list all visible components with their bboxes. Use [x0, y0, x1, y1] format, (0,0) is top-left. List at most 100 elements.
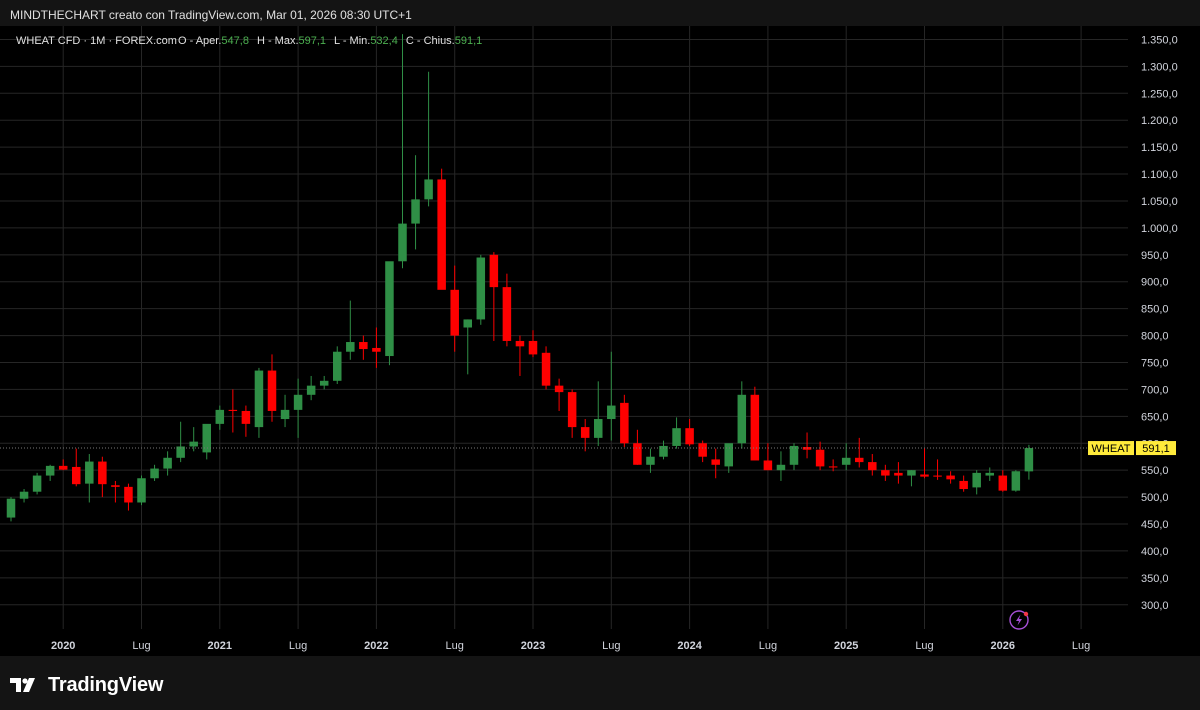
candle-body: [685, 428, 694, 445]
candle-body: [58, 465, 68, 470]
price-tick-label: 400,0: [1141, 546, 1169, 558]
tradingview-brand-text: TradingView: [48, 673, 164, 696]
candle-body: [998, 475, 1008, 491]
time-tick-label: 2021: [208, 640, 232, 652]
candle-body: [698, 443, 707, 457]
candle-body: [580, 427, 590, 438]
price-chart[interactable]: 300,0350,0400,0450,0500,0550,0600,0650,0…: [0, 26, 1200, 656]
candle-body: [646, 456, 655, 465]
plot-background: [0, 26, 1128, 629]
legend-low-value: 532,4: [370, 35, 398, 47]
price-tag-value: 591,1: [1142, 443, 1170, 455]
price-tick-label: 1.250,0: [1141, 88, 1178, 100]
price-tick-label: 300,0: [1141, 600, 1169, 612]
candle-body: [815, 449, 825, 467]
price-tick-label: 550,0: [1141, 465, 1169, 477]
last-price-tag: WHEAT 591,1: [1088, 441, 1176, 456]
candle-body: [554, 385, 564, 393]
candle-body: [333, 351, 342, 381]
legend-close-value: 591,1: [455, 35, 483, 47]
legend-open-label: O - Aper.: [178, 35, 221, 47]
candle-body: [241, 410, 251, 424]
legend-high-value: 597,1: [299, 35, 327, 47]
candle-body: [724, 443, 733, 467]
candle-body: [398, 223, 407, 262]
price-tag-symbol: WHEAT: [1092, 443, 1131, 455]
time-tick-label: 2022: [364, 640, 388, 652]
price-tick-label: 750,0: [1141, 357, 1169, 369]
candle-body: [32, 475, 42, 492]
candle-up: [32, 472, 42, 495]
candle-body: [124, 486, 133, 503]
candle-down: [437, 168, 446, 290]
candle-body: [515, 340, 525, 347]
candle-body: [463, 319, 472, 328]
candle-body: [828, 466, 838, 468]
time-tick-label: 2024: [677, 640, 702, 652]
price-tick-label: 800,0: [1141, 331, 1169, 343]
tradingview-logo-icon: [10, 678, 35, 692]
candle-body: [620, 402, 629, 444]
candle-body: [163, 457, 172, 469]
candle-body: [711, 459, 720, 465]
time-tick-label: Lug: [915, 640, 933, 652]
candle-body: [750, 394, 760, 461]
lightning-icon[interactable]: [1009, 610, 1029, 630]
chart-area[interactable]: 300,0350,0400,0450,0500,0550,0600,0650,0…: [0, 26, 1200, 656]
candle-body: [959, 480, 968, 490]
candle-body: [1011, 471, 1021, 491]
candle-body: [528, 340, 538, 355]
price-tick-label: 650,0: [1141, 411, 1169, 423]
candle-body: [567, 392, 577, 428]
candle-body: [411, 199, 420, 224]
candle-body: [150, 468, 159, 479]
candle-body: [776, 464, 786, 471]
candle-body: [946, 475, 955, 480]
candle-body: [85, 461, 94, 484]
candle-body: [594, 419, 603, 438]
candle-body: [6, 498, 16, 518]
legend-high-label: H - Max.: [257, 35, 299, 47]
candle-body: [476, 257, 486, 320]
price-tick-label: 1.150,0: [1141, 142, 1178, 154]
candle-body: [972, 472, 981, 488]
price-tick-label: 350,0: [1141, 573, 1169, 585]
price-tick-label: 1.050,0: [1141, 196, 1178, 208]
price-tick-label: 450,0: [1141, 519, 1169, 531]
candle-body: [111, 485, 120, 487]
candle-body: [319, 380, 329, 386]
price-tick-label: 850,0: [1141, 304, 1169, 316]
footer-brand: TradingView: [10, 672, 163, 698]
candle-body: [346, 342, 355, 352]
time-tick-label: 2020: [51, 640, 75, 652]
candle-body: [437, 179, 446, 290]
price-tick-label: 700,0: [1141, 384, 1169, 396]
candle-body: [541, 352, 551, 386]
candle-body: [202, 423, 211, 453]
candle-body: [293, 394, 303, 410]
candle-body: [763, 460, 773, 471]
candle-body: [633, 443, 642, 465]
candle-down: [541, 346, 551, 390]
candle-body: [189, 441, 198, 447]
price-tick-label: 1.350,0: [1141, 34, 1178, 46]
candle-body: [19, 491, 29, 499]
candle-up: [137, 475, 146, 506]
candle-body: [789, 445, 799, 465]
time-tick-label: 2026: [991, 640, 1015, 652]
candle-body: [985, 472, 994, 476]
time-tick-label: 2023: [521, 640, 545, 652]
price-tick-label: 1.000,0: [1141, 223, 1178, 235]
legend-symbol: WHEAT CFD · 1M · FOREX.com: [16, 35, 177, 47]
candle-body: [450, 289, 459, 336]
candle-body: [267, 370, 277, 411]
time-tick-label: Lug: [602, 640, 620, 652]
candle-body: [855, 457, 864, 463]
candle-body: [280, 409, 290, 420]
time-tick-label: Lug: [446, 640, 464, 652]
price-tick-label: 900,0: [1141, 277, 1169, 289]
candle-up: [385, 261, 394, 366]
candle-body: [1024, 448, 1034, 472]
candle-body: [907, 470, 916, 476]
candle-body: [98, 461, 107, 485]
